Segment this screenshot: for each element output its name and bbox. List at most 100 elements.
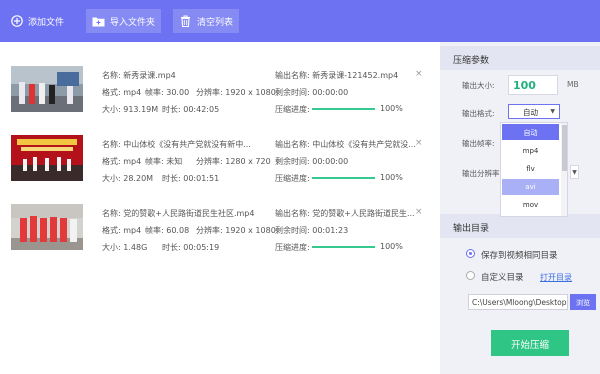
browse-button[interactable]: 浏览 (570, 294, 596, 310)
output-size-label: 输出大小: (462, 81, 495, 90)
format-value: mp4 (123, 226, 142, 235)
scrollbar-thumb[interactable] (562, 125, 567, 171)
remove-file-icon[interactable]: × (415, 207, 423, 217)
output-size-input[interactable]: 100 (508, 75, 558, 95)
format-option[interactable]: ... (502, 211, 559, 216)
output-format-value: 自动 (523, 108, 538, 117)
file-name: 新秀录课.mp4 (123, 71, 176, 80)
format-dropdown-list: 自动 mp4 flv avi mov ... (500, 122, 568, 217)
resolution-value: 1280 x 720 (225, 157, 271, 166)
file-name: 中山体校《没有共产党就没有新中... (123, 140, 251, 149)
remaining-label: 剩余时间: (275, 88, 310, 97)
output-name-label: 输出名称: (275, 140, 310, 149)
resolution-label: 分辨率: (196, 88, 223, 97)
clear-list-button[interactable]: 清空列表 (173, 9, 240, 33)
plus-circle-icon (10, 15, 23, 28)
duration-label: 时长: (162, 243, 181, 252)
remove-file-icon[interactable]: × (415, 138, 423, 148)
name-label: 名称: (102, 209, 121, 218)
duration-value: 00:01:51 (183, 174, 220, 183)
format-label: 格式: (102, 226, 121, 235)
remaining-value: 00:00:00 (312, 88, 349, 97)
fps-label: 帧率: (145, 226, 164, 235)
progress-value: 100% (380, 173, 403, 182)
file-name: 党的赞歌+人民路街道民生社区.mp4 (123, 209, 255, 218)
import-folder-label: 导入文件夹 (110, 17, 156, 28)
duration-value: 00:05:19 (183, 243, 220, 252)
file-row[interactable]: 名称: 党的赞歌+人民路街道民生社区.mp4 格式: mp4 帧率: 60.08… (0, 196, 440, 262)
same-dir-radio[interactable] (466, 249, 475, 258)
output-format-select[interactable]: 自动 ▼ (508, 104, 560, 119)
resolution-value: 1920 x 1080 (225, 88, 276, 97)
file-row[interactable]: 名称: 新秀录课.mp4 格式: mp4 帧率: 30.00 分辨率: 1920… (0, 58, 440, 124)
fps-label: 帧率: (145, 88, 164, 97)
size-value: 913.19M (123, 105, 159, 114)
custom-dir-radio[interactable] (466, 271, 475, 280)
output-resolution-label: 输出分辨率: (462, 169, 503, 178)
progress-bar (312, 177, 375, 179)
output-name-label: 输出名称: (275, 71, 310, 80)
output-name: 党的赞歌+人民路街道民生... (312, 209, 415, 218)
same-dir-label: 保存到视频相同目录 (481, 251, 558, 261)
progress-label: 压缩进度: (275, 243, 310, 252)
fps-label: 帧率: (145, 157, 164, 166)
format-label: 格式: (102, 157, 121, 166)
fps-value: 未知 (166, 157, 183, 166)
output-name-label: 输出名称: (275, 209, 310, 218)
resolution-label: 分辨率: (196, 226, 223, 235)
fps-value: 60.08 (166, 226, 190, 235)
name-label: 名称: (102, 71, 121, 80)
output-name: 中山体校《没有共产党就没... (312, 140, 416, 149)
progress-label: 压缩进度: (275, 174, 310, 183)
video-thumbnail (11, 204, 83, 250)
custom-dir-label: 自定义目录 (481, 273, 524, 283)
add-file-label: 添加文件 (28, 17, 65, 28)
remaining-value: 00:00:00 (312, 157, 349, 166)
video-thumbnail (11, 66, 83, 112)
toolbar: 添加文件 导入文件夹 清空列表 (0, 0, 600, 42)
format-option[interactable]: flv (502, 161, 559, 177)
dropdown-scrollbar[interactable] (561, 123, 567, 216)
import-folder-button[interactable]: 导入文件夹 (86, 9, 162, 33)
size-value: 1.48G (123, 243, 148, 252)
remaining-label: 剩余时间: (275, 226, 310, 235)
output-name: 新秀录课-121452.mp4 (312, 71, 399, 80)
name-label: 名称: (102, 140, 121, 149)
format-option[interactable]: mp4 (502, 143, 559, 159)
format-option[interactable]: 自动 (502, 124, 559, 140)
start-compress-button[interactable]: 开始压缩 (491, 330, 569, 356)
add-file-button[interactable]: 添加文件 (4, 9, 70, 33)
open-directory-link[interactable]: 打开目录 (540, 272, 572, 283)
format-value: mp4 (123, 157, 142, 166)
remove-file-icon[interactable]: × (415, 69, 423, 79)
folder-plus-icon (92, 15, 105, 28)
fps-value: 30.00 (166, 88, 190, 97)
output-directory-title: 输出目录 (440, 214, 600, 238)
chevron-down-icon: ▼ (550, 108, 555, 115)
size-unit: MB (567, 80, 579, 89)
progress-bar (312, 108, 375, 110)
remaining-label: 剩余时间: (275, 157, 310, 166)
remaining-value: 00:01:23 (312, 226, 349, 235)
duration-label: 时长: (162, 105, 181, 114)
chevron-down-icon[interactable]: ▼ (570, 165, 579, 179)
trash-icon (179, 15, 192, 28)
progress-value: 100% (380, 242, 403, 251)
output-format-label: 输出格式: (462, 109, 495, 118)
format-value: mp4 (123, 88, 142, 97)
duration-value: 00:42:05 (183, 105, 220, 114)
file-row[interactable]: 名称: 中山体校《没有共产党就没有新中... 格式: mp4 帧率: 未知 分辨… (0, 127, 440, 193)
format-label: 格式: (102, 88, 121, 97)
resolution-value: 1920 x 1080 (225, 226, 276, 235)
format-option[interactable]: avi (502, 179, 559, 195)
progress-bar (312, 246, 375, 248)
compression-settings-title: 压缩参数 (440, 46, 600, 70)
size-label: 大小: (102, 105, 121, 114)
size-label: 大小: (102, 174, 121, 183)
resolution-label: 分辨率: (196, 157, 223, 166)
progress-value: 100% (380, 104, 403, 113)
duration-label: 时长: (162, 174, 181, 183)
output-path-field[interactable]: C:\Users\Mloong\Desktop (468, 294, 568, 310)
video-thumbnail (11, 135, 83, 181)
size-value: 28.20M (123, 174, 154, 183)
